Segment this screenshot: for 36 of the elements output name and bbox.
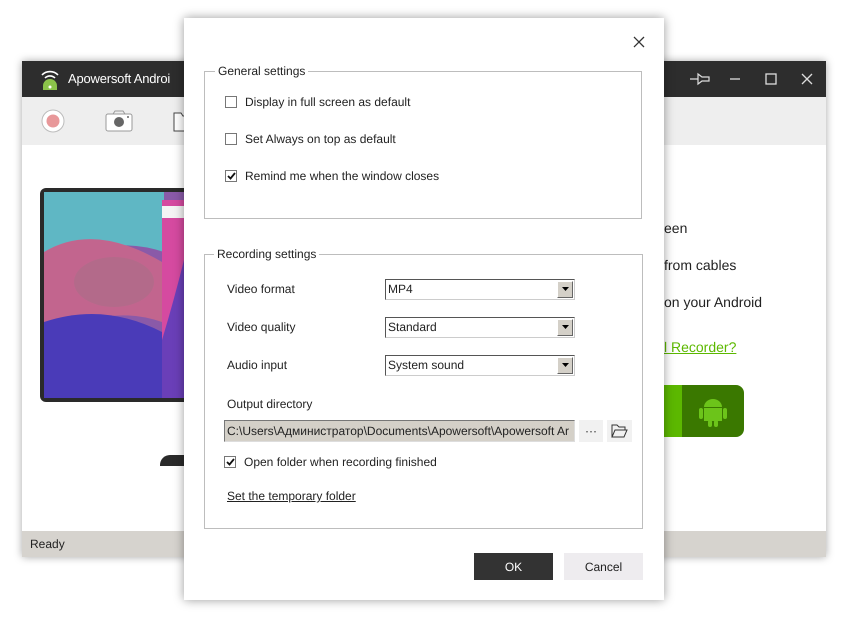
output-directory-field[interactable]: C:\Users\Администратор\Documents\Apowersoft\Apowersoft Ar [224,420,575,442]
field-label: Audio input [227,357,288,374]
checkbox-label: Remind me when the window closes [245,168,440,185]
browse-button[interactable]: ··· [579,420,603,442]
dropdown[interactable]: System sound [385,354,575,376]
status-text: Ready [30,536,65,553]
feature-text: on your Android [664,293,764,312]
field-label: Video format [227,281,296,298]
window-title: Apowersoft Androi [68,70,170,88]
dialog-button[interactable]: Cancel [564,553,643,580]
checkbox[interactable] [225,170,237,182]
checkbox-label: Display in full screen as default [245,94,410,111]
close-icon[interactable] [633,36,645,48]
open-folder-button[interactable] [607,420,632,442]
camera-icon[interactable] [105,110,133,132]
checkbox[interactable] [225,133,237,145]
checkbox[interactable] [224,456,236,468]
temporary-folder-link[interactable]: Set the temporary folder [224,487,356,505]
feature-text: een [664,219,688,238]
dropdown[interactable]: Standard [385,316,575,338]
dropdown[interactable]: MP4 [385,278,575,300]
feature-text: from cables [664,256,738,275]
maximize-icon[interactable] [765,73,777,85]
dialog-button[interactable]: OK [474,553,553,580]
dropdown-arrow-icon [562,325,568,329]
dropdown-arrow-icon [562,287,568,291]
field-label: Video quality [227,319,296,336]
monitor-stand [160,455,184,466]
field-label: Output directory [226,396,314,413]
group-title: Recording settings [216,246,318,263]
checkbox-label: Open folder when recording finished [244,454,437,471]
checkbox[interactable] [225,96,237,108]
checkbox-label: Set Always on top as default [245,131,396,148]
group-title: General settings [217,63,306,80]
dropdown-arrow-icon [562,363,568,367]
pin-icon[interactable] [689,72,711,86]
